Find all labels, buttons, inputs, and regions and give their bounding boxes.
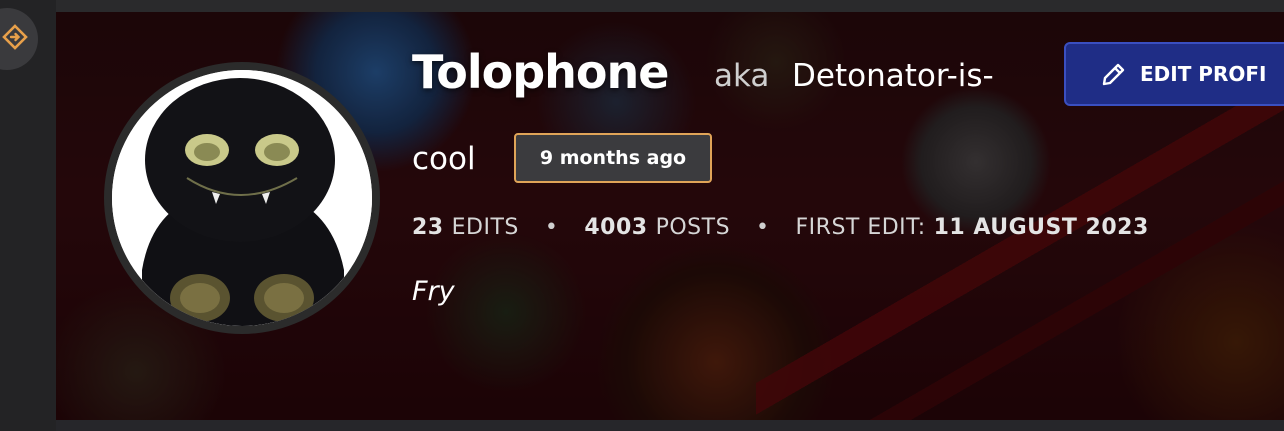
rail-nav-button[interactable] (0, 8, 38, 70)
username: Tolophone (412, 45, 669, 99)
aka-label: aka (714, 58, 770, 94)
alias-line-2: cool (412, 141, 476, 177)
stats-separator: • (544, 214, 559, 240)
profile-stats: 23 EDITS • 4003 POSTS • FIRST EDIT: 11 A… (412, 210, 1149, 244)
posts-label[interactable]: POSTS (656, 215, 730, 240)
profile-tagline: Fry (412, 276, 455, 307)
top-bar (0, 0, 1284, 12)
first-edit-label: FIRST EDIT: (795, 214, 926, 240)
first-edit-date: 11 AUGUST 2023 (933, 214, 1149, 240)
diamond-arrow-icon (2, 24, 28, 54)
stats-separator: • (756, 214, 770, 240)
posts-count: 4003 (584, 214, 648, 240)
edits-count: 23 (412, 214, 444, 240)
last-active-badge: 9 months ago (514, 133, 712, 183)
avatar-image (112, 70, 372, 326)
left-rail (0, 0, 56, 431)
alias-line-1: Detonator-is- (792, 58, 994, 94)
avatar (104, 62, 380, 334)
pencil-icon (1100, 60, 1128, 88)
edits-label[interactable]: EDITS (452, 215, 519, 240)
edit-profile-button[interactable]: EDIT PROFI (1064, 42, 1284, 106)
banner-bottom-strip (56, 420, 1284, 431)
edit-profile-label: EDIT PROFI (1140, 62, 1267, 86)
